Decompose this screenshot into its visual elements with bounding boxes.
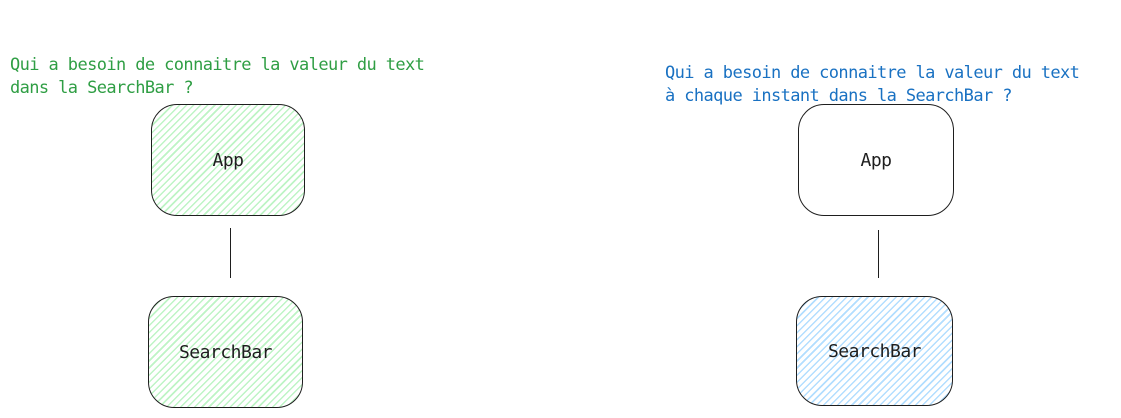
right-app-node: App (798, 104, 954, 216)
left-connector-line (230, 228, 231, 278)
right-app-label: App (860, 149, 892, 171)
left-searchbar-node: SearchBar (148, 296, 303, 408)
left-searchbar-label: SearchBar (178, 341, 273, 363)
left-app-node: App (151, 104, 305, 216)
right-searchbar-label: SearchBar (827, 340, 922, 362)
right-searchbar-node: SearchBar (796, 296, 953, 406)
left-question-line-2: dans la SearchBar ? (10, 78, 194, 98)
left-app-label: App (212, 149, 244, 171)
right-question-line-1: Qui a besoin de connaitre la valeur du t… (665, 63, 1080, 83)
right-connector-line (878, 230, 879, 278)
left-question-line-1: Qui a besoin de connaitre la valeur du t… (10, 55, 425, 75)
